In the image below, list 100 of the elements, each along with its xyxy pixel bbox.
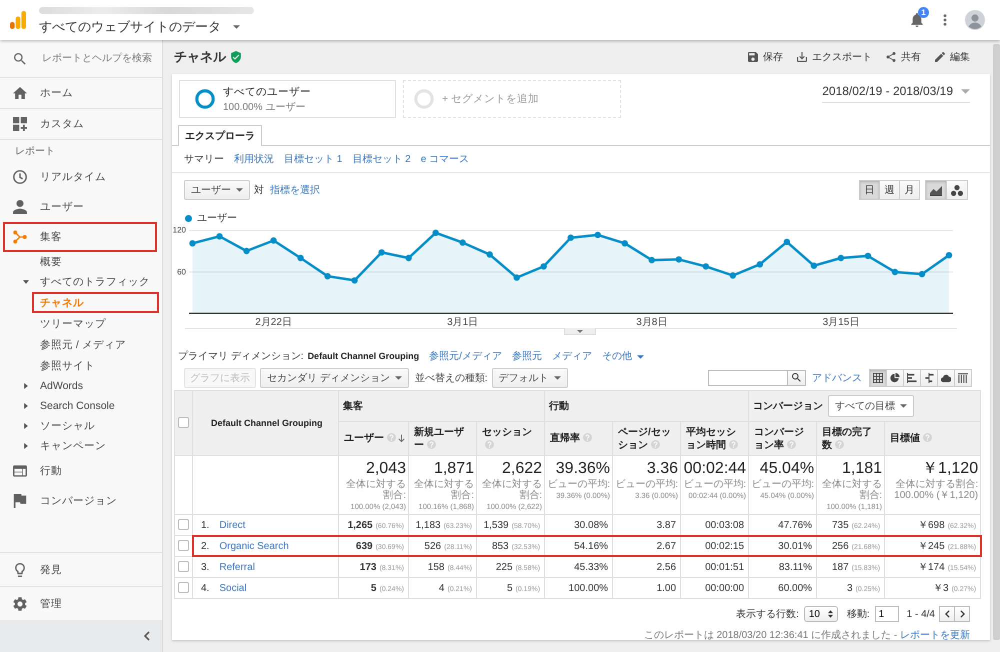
export-button[interactable]: エクスポート xyxy=(797,50,872,64)
view-button[interactable] xyxy=(954,368,972,386)
chevron-left-icon[interactable] xyxy=(144,631,150,641)
sidebar-item[interactable]: 管理 xyxy=(3,587,157,620)
sort-type-dropdown[interactable]: デフォルト xyxy=(492,368,568,388)
share-button[interactable]: 共有 xyxy=(886,50,921,64)
select-metric-link[interactable]: 指標を選択 xyxy=(270,183,320,197)
metric-dropdown[interactable]: ユーザー xyxy=(184,180,250,200)
sidebar-item[interactable]: 集客 xyxy=(3,222,157,252)
chart-type-button[interactable] xyxy=(925,180,947,200)
data-point[interactable] xyxy=(514,274,520,281)
column-header[interactable]: 直帰率 xyxy=(544,422,613,456)
data-point[interactable] xyxy=(702,263,710,270)
data-point[interactable] xyxy=(730,272,736,279)
data-point[interactable] xyxy=(486,251,493,258)
data-point[interactable] xyxy=(405,254,412,262)
table-search-field[interactable] xyxy=(708,370,788,386)
data-point[interactable] xyxy=(838,254,844,262)
chart-type-button[interactable] xyxy=(946,180,968,200)
view-button[interactable] xyxy=(869,368,887,386)
view-button[interactable] xyxy=(937,368,955,386)
data-point[interactable] xyxy=(784,238,790,246)
checkbox[interactable] xyxy=(178,582,189,594)
column-header[interactable]: 目標の完了数 xyxy=(816,422,885,456)
select-all-checkbox[interactable] xyxy=(178,417,189,428)
data-point[interactable] xyxy=(918,270,926,278)
checkbox[interactable] xyxy=(178,519,189,530)
sidebar-item[interactable]: ユーザー xyxy=(3,192,157,222)
data-point[interactable] xyxy=(568,234,574,241)
view-button[interactable] xyxy=(903,368,921,386)
property-selector[interactable]: すべてのウェブサイトのデータ xyxy=(39,18,254,36)
data-point[interactable] xyxy=(189,240,196,246)
data-point[interactable] xyxy=(540,263,547,270)
sidebar-item[interactable]: カスタム xyxy=(3,109,157,139)
data-point[interactable] xyxy=(892,268,898,276)
channel-link[interactable]: Social xyxy=(219,582,247,594)
column-header[interactable]: ユーザー xyxy=(338,422,408,456)
sidebar-item[interactable]: キャンペーン xyxy=(0,436,159,456)
dimension-link[interactable]: メディア xyxy=(552,349,592,363)
data-point[interactable] xyxy=(270,237,277,244)
sidebar-item[interactable]: 概要 xyxy=(0,252,159,272)
data-point[interactable] xyxy=(864,252,872,260)
data-point[interactable] xyxy=(351,277,358,284)
bell-icon[interactable] xyxy=(911,13,923,27)
sidebar-item[interactable]: ホーム xyxy=(3,78,157,108)
subtab[interactable]: e コマース xyxy=(420,152,470,166)
rows-per-page-select[interactable]: 10 xyxy=(804,606,838,622)
sidebar-item[interactable]: AdWords xyxy=(0,376,159,396)
interval-button[interactable]: 月 xyxy=(899,180,920,200)
view-button[interactable] xyxy=(920,368,938,386)
data-point[interactable] xyxy=(378,249,385,256)
subtab[interactable]: 目標セット 1 xyxy=(284,152,342,166)
subtab[interactable]: 利用状況 xyxy=(234,152,274,166)
channel-link[interactable]: Organic Search xyxy=(219,540,289,552)
data-point[interactable] xyxy=(594,232,601,238)
subtab[interactable]: サマリー xyxy=(184,152,224,166)
sidebar-item[interactable]: リアルタイム xyxy=(3,162,157,192)
save-button[interactable]: 保存 xyxy=(748,50,783,64)
dimension-link[interactable]: 参照元/メディア xyxy=(429,349,502,363)
checkbox[interactable] xyxy=(178,561,189,572)
data-point[interactable] xyxy=(946,252,952,258)
sidebar-item[interactable]: コンバージョン xyxy=(3,486,157,516)
data-point[interactable] xyxy=(622,240,628,246)
tab[interactable]: エクスプローラ xyxy=(178,125,262,146)
channel-link[interactable]: Direct xyxy=(219,520,246,530)
secondary-dimension-dropdown[interactable]: セカンダリ ディメンション xyxy=(260,368,409,388)
column-header[interactable]: コンバージョン率 xyxy=(748,422,817,456)
column-header[interactable]: ページ/セッション xyxy=(612,422,681,456)
checkbox[interactable] xyxy=(178,540,189,552)
dimension-link[interactable]: 参照元 xyxy=(512,349,542,363)
page-input[interactable]: 1 xyxy=(874,606,899,622)
next-page-button[interactable] xyxy=(954,606,970,622)
sidebar-item[interactable]: ソーシャル xyxy=(0,416,159,436)
data-point[interactable] xyxy=(459,239,466,246)
avatar-icon[interactable] xyxy=(965,10,985,30)
search-field[interactable]: レポートとヘルプを検索 xyxy=(42,50,154,66)
sidebar-item[interactable]: 行動 xyxy=(3,456,157,486)
advanced-link[interactable]: アドバンス xyxy=(812,370,862,384)
column-header[interactable]: Default Channel Grouping xyxy=(192,390,338,456)
segment-card[interactable]: すべてのユーザー 100.00% ユーザー xyxy=(179,80,396,118)
more-dimensions-menu[interactable]: その他 xyxy=(602,349,644,363)
data-point[interactable] xyxy=(324,273,331,280)
previous-page-button[interactable] xyxy=(939,606,955,622)
data-point[interactable] xyxy=(432,230,439,236)
sidebar-item[interactable]: ツリーマップ xyxy=(32,313,159,334)
view-button[interactable] xyxy=(886,368,904,386)
refresh-report-link[interactable]: レポートを更新 xyxy=(900,628,970,642)
goal-dropdown[interactable]: すべての目標 xyxy=(828,395,914,417)
data-point[interactable] xyxy=(676,256,682,263)
sidebar-item[interactable]: 発見 xyxy=(3,553,157,586)
column-header[interactable]: セッション xyxy=(476,422,545,456)
edit-button[interactable]: 編集 xyxy=(935,50,970,64)
data-point[interactable] xyxy=(216,233,223,240)
scrollbar[interactable] xyxy=(993,44,1000,640)
data-point[interactable] xyxy=(243,248,250,254)
sidebar-item[interactable]: 参照サイト xyxy=(32,355,159,376)
search-button[interactable] xyxy=(788,370,806,386)
subtab[interactable]: 目標セット 2 xyxy=(352,152,411,166)
data-point[interactable] xyxy=(810,262,818,269)
interval-button[interactable]: 日 xyxy=(859,180,880,200)
